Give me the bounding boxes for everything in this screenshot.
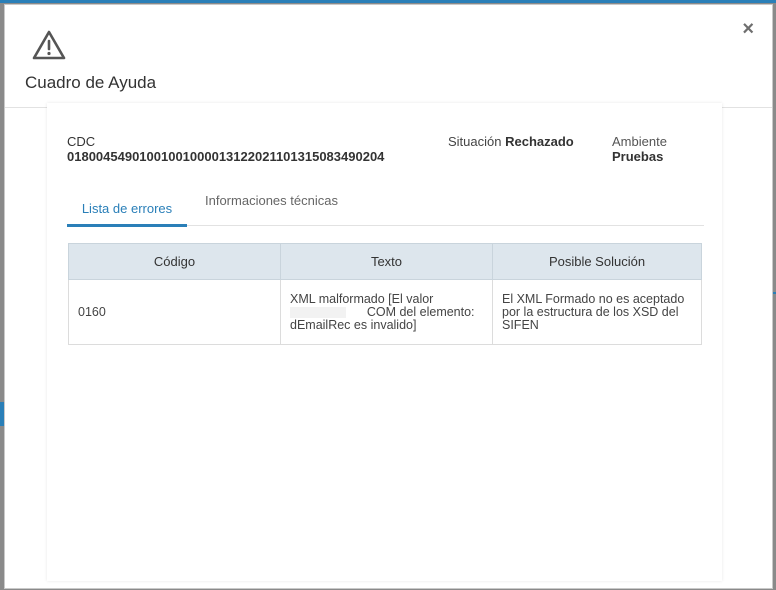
- close-icon[interactable]: ×: [742, 19, 754, 39]
- texto-line-2: COM del elemento:: [366, 304, 475, 319]
- tab-lista-de-errores[interactable]: Lista de errores: [67, 194, 187, 227]
- texto-line: COM del elemento:: [290, 304, 483, 319]
- header-posible-solucion: Posible Solución: [492, 243, 702, 280]
- texto-line: dEmailRec es invalido]: [290, 317, 417, 332]
- solucion-line: El XML Formado no es aceptado: [502, 291, 685, 306]
- cell-texto: XML malformado [El valor COM del element…: [280, 279, 493, 345]
- solucion-line: SIFEN: [502, 317, 539, 332]
- cdc-value: 0180045490100100100001312202110131508349…: [67, 149, 385, 164]
- tabs: Lista de errores Informaciones técnicas: [67, 187, 704, 227]
- ambiente-value: Pruebas: [612, 149, 664, 164]
- cell-solucion: El XML Formado no es aceptado por la est…: [492, 279, 702, 345]
- errors-table: Código Texto Posible Solución 0160 XML m…: [68, 243, 702, 345]
- redacted-text: [290, 306, 346, 318]
- solucion-line: por la estructura de los XSD del: [502, 304, 679, 319]
- background-top-strip: [0, 0, 776, 3]
- cell-codigo: 0160: [68, 279, 281, 345]
- cdc-label: CDC: [67, 134, 96, 149]
- header-texto: Texto: [280, 243, 493, 280]
- table-header-row: Código Texto Posible Solución: [68, 243, 702, 280]
- ambiente-label: Ambiente: [612, 134, 667, 149]
- situacion-value: Rechazado: [505, 134, 574, 149]
- situacion-label: Situación: [448, 134, 502, 149]
- tab-informaciones-tecnicas[interactable]: Informaciones técnicas: [205, 191, 338, 227]
- situacion: Situación Rechazado: [448, 134, 574, 149]
- warning-triangle-icon: [32, 30, 66, 60]
- modal-title: Cuadro de Ayuda: [25, 73, 157, 92]
- table-row: 0160 XML malformado [El valor COM del el…: [68, 279, 702, 345]
- header-codigo: Código: [68, 243, 281, 280]
